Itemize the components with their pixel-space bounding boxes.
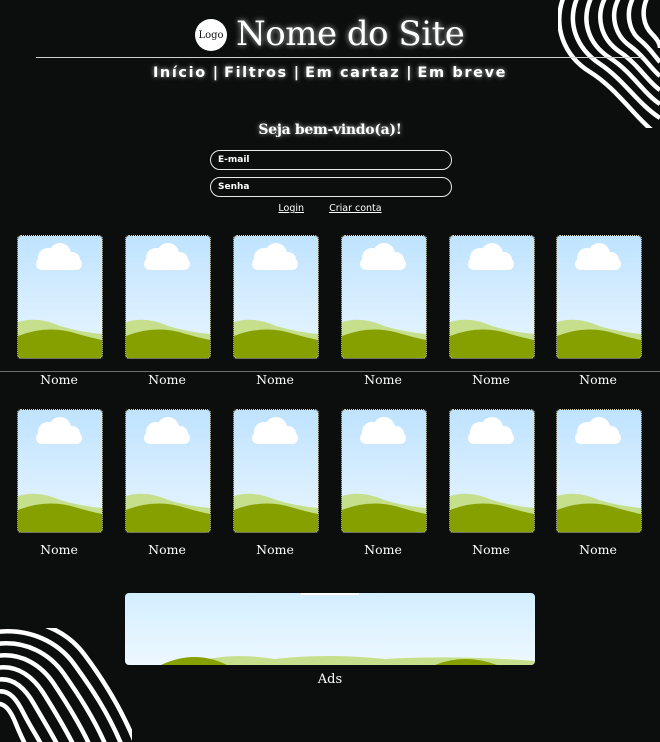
movie-title: Nome [148,372,186,387]
landscape-placeholder-icon [126,410,210,532]
landscape-placeholder-icon [234,410,318,532]
movie-title: Nome [40,542,78,557]
movie-card[interactable] [125,409,211,533]
movie-card[interactable] [233,235,319,359]
nav-link-em-breve[interactable]: Em breve [418,65,508,81]
landscape-placeholder-icon [18,410,102,532]
movie-card[interactable] [125,235,211,359]
movie-title: Nome [40,372,78,387]
nav-link-inicio[interactable]: Início [153,65,207,81]
movie-title: Nome [148,542,186,557]
movie-card[interactable] [556,409,642,533]
email-field[interactable] [210,150,452,170]
nav-separator: | [212,65,219,81]
row-divider [0,371,660,372]
landscape-placeholder-icon [557,410,641,532]
movie-card[interactable] [17,235,103,359]
movie-card[interactable] [341,235,427,359]
nav-separator: | [293,65,300,81]
nav-link-filtros[interactable]: Filtros [224,65,288,81]
nav-link-em-cartaz[interactable]: Em cartaz [305,65,400,81]
movie-title: Nome [472,372,510,387]
landscape-placeholder-icon [234,236,318,358]
movie-card[interactable] [449,235,535,359]
landscape-placeholder-icon [126,236,210,358]
movie-card[interactable] [233,409,319,533]
movie-title: Nome [579,372,617,387]
landscape-placeholder-icon [342,410,426,532]
movie-card[interactable] [449,409,535,533]
login-link[interactable]: Login [278,203,304,214]
landscape-placeholder-icon [450,236,534,358]
welcome-heading: Seja bem-vindo(a)! [258,122,402,138]
landscape-placeholder-icon [342,236,426,358]
movie-title: Nome [364,372,402,387]
main-nav: Início | Filtros | Em cartaz | Em breve [0,61,660,85]
landscape-placeholder-icon [125,593,535,665]
logo-text: Logo [198,29,224,41]
signup-link[interactable]: Criar conta [329,203,382,214]
ad-banner[interactable] [125,593,535,665]
nav-separator: | [406,65,412,81]
movie-title: Nome [256,542,294,557]
site-title: Nome do Site [236,14,465,54]
movie-title: Nome [579,542,617,557]
movie-title: Nome [472,542,510,557]
movie-title: Nome [364,542,402,557]
movie-card[interactable] [17,409,103,533]
landscape-placeholder-icon [18,236,102,358]
movie-card[interactable] [341,409,427,533]
movie-card[interactable] [556,235,642,359]
header-divider [36,57,642,58]
password-field[interactable] [210,177,452,197]
landscape-placeholder-icon [557,236,641,358]
movie-title: Nome [256,372,294,387]
site-logo[interactable]: Logo [195,19,227,51]
landscape-placeholder-icon [450,410,534,532]
auth-links: Login Criar conta [0,203,660,214]
ad-label: Ads [317,672,343,687]
